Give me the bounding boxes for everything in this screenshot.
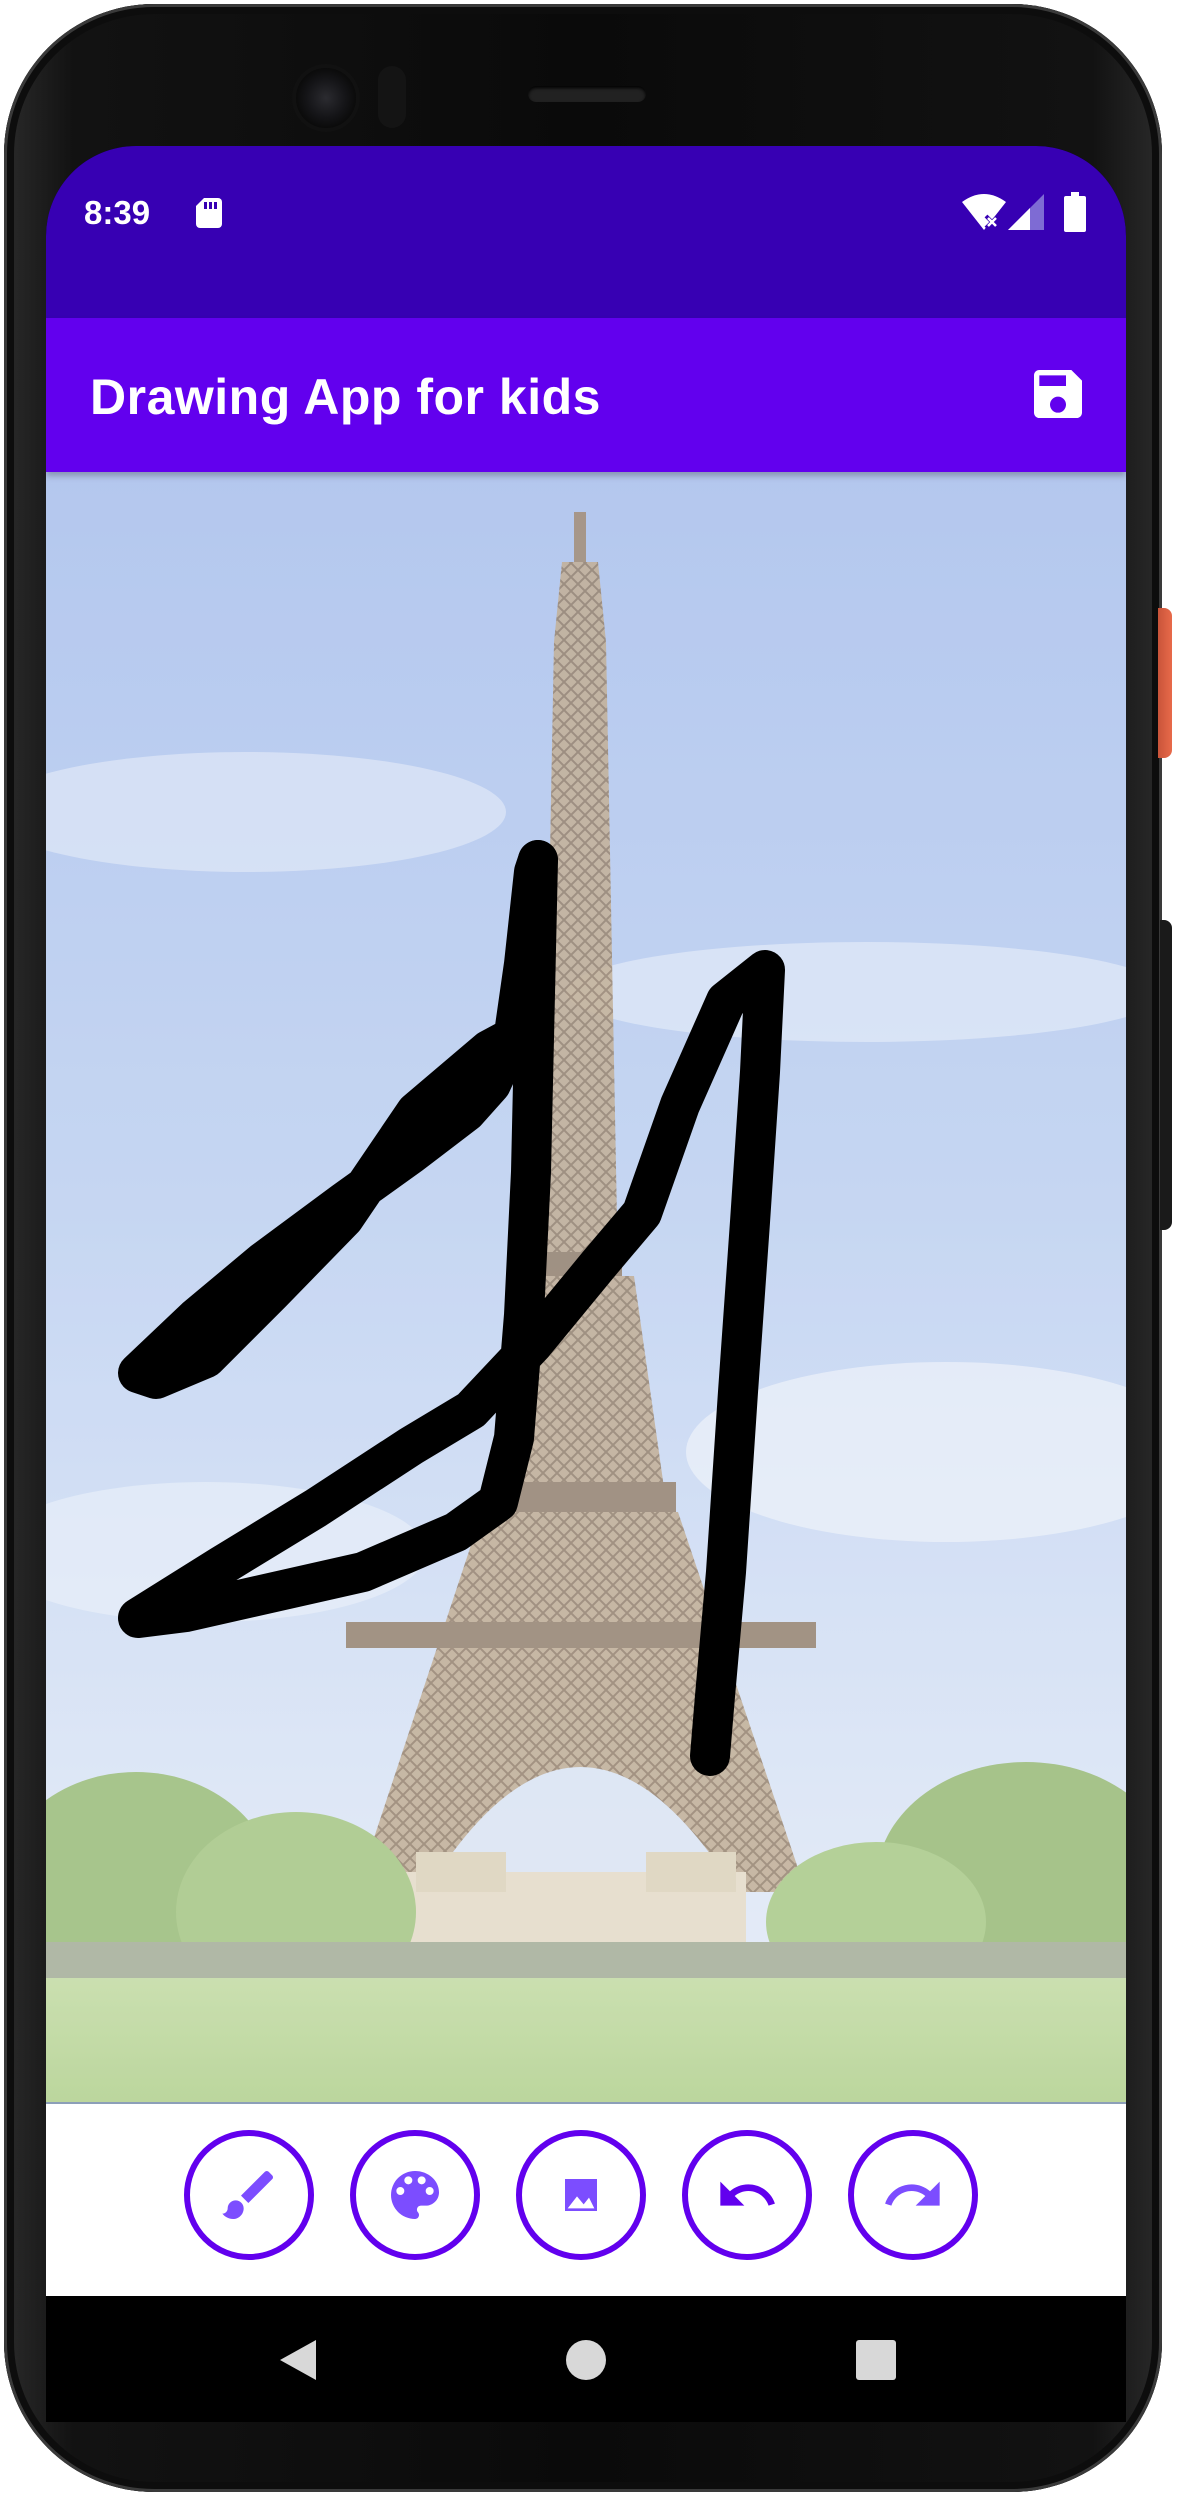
- phone-frame: 8:39 Drawing App for kids: [0, 0, 1178, 2498]
- redo-icon: [885, 2181, 940, 2206]
- gallery-button[interactable]: [516, 2130, 646, 2260]
- undo-button[interactable]: [682, 2130, 812, 2260]
- earpiece-speaker: [528, 86, 646, 102]
- proximity-sensor: [378, 66, 406, 128]
- palette-icon: [391, 2171, 439, 2219]
- image-icon: [557, 2171, 605, 2219]
- save-button[interactable]: [1026, 362, 1090, 426]
- status-bar: 8:39: [46, 146, 1126, 318]
- tool-bar: [46, 2102, 1126, 2296]
- color-palette-button[interactable]: [350, 2130, 480, 2260]
- app-title: Drawing App for kids: [90, 369, 601, 425]
- drawing-canvas[interactable]: [46, 472, 1126, 2102]
- volume-button: [1160, 920, 1172, 1230]
- battery-icon: [1064, 192, 1086, 232]
- power-button: [1158, 608, 1172, 758]
- nav-home-button[interactable]: [556, 2330, 616, 2390]
- home-icon: [566, 2340, 606, 2380]
- nav-recents-button[interactable]: [846, 2330, 906, 2390]
- back-icon: [280, 2340, 316, 2380]
- recents-icon: [856, 2340, 896, 2380]
- sd-card-icon: [196, 198, 222, 228]
- screen: 8:39 Drawing App for kids: [46, 146, 1126, 2296]
- brush-size-button[interactable]: [184, 2130, 314, 2260]
- wifi-icon: [962, 194, 1006, 230]
- signal-icon: [1008, 194, 1044, 230]
- front-camera: [296, 68, 356, 128]
- undo-icon: [720, 2181, 775, 2206]
- system-nav-bar: [46, 2296, 1126, 2422]
- save-icon: [1034, 370, 1082, 418]
- brush-icon: [222, 2170, 274, 2219]
- app-bar: Drawing App for kids: [46, 318, 1126, 472]
- nav-back-button[interactable]: [268, 2330, 328, 2390]
- redo-button[interactable]: [848, 2130, 978, 2260]
- status-time: 8:39: [84, 194, 151, 231]
- canvas-svg: [46, 472, 1126, 2102]
